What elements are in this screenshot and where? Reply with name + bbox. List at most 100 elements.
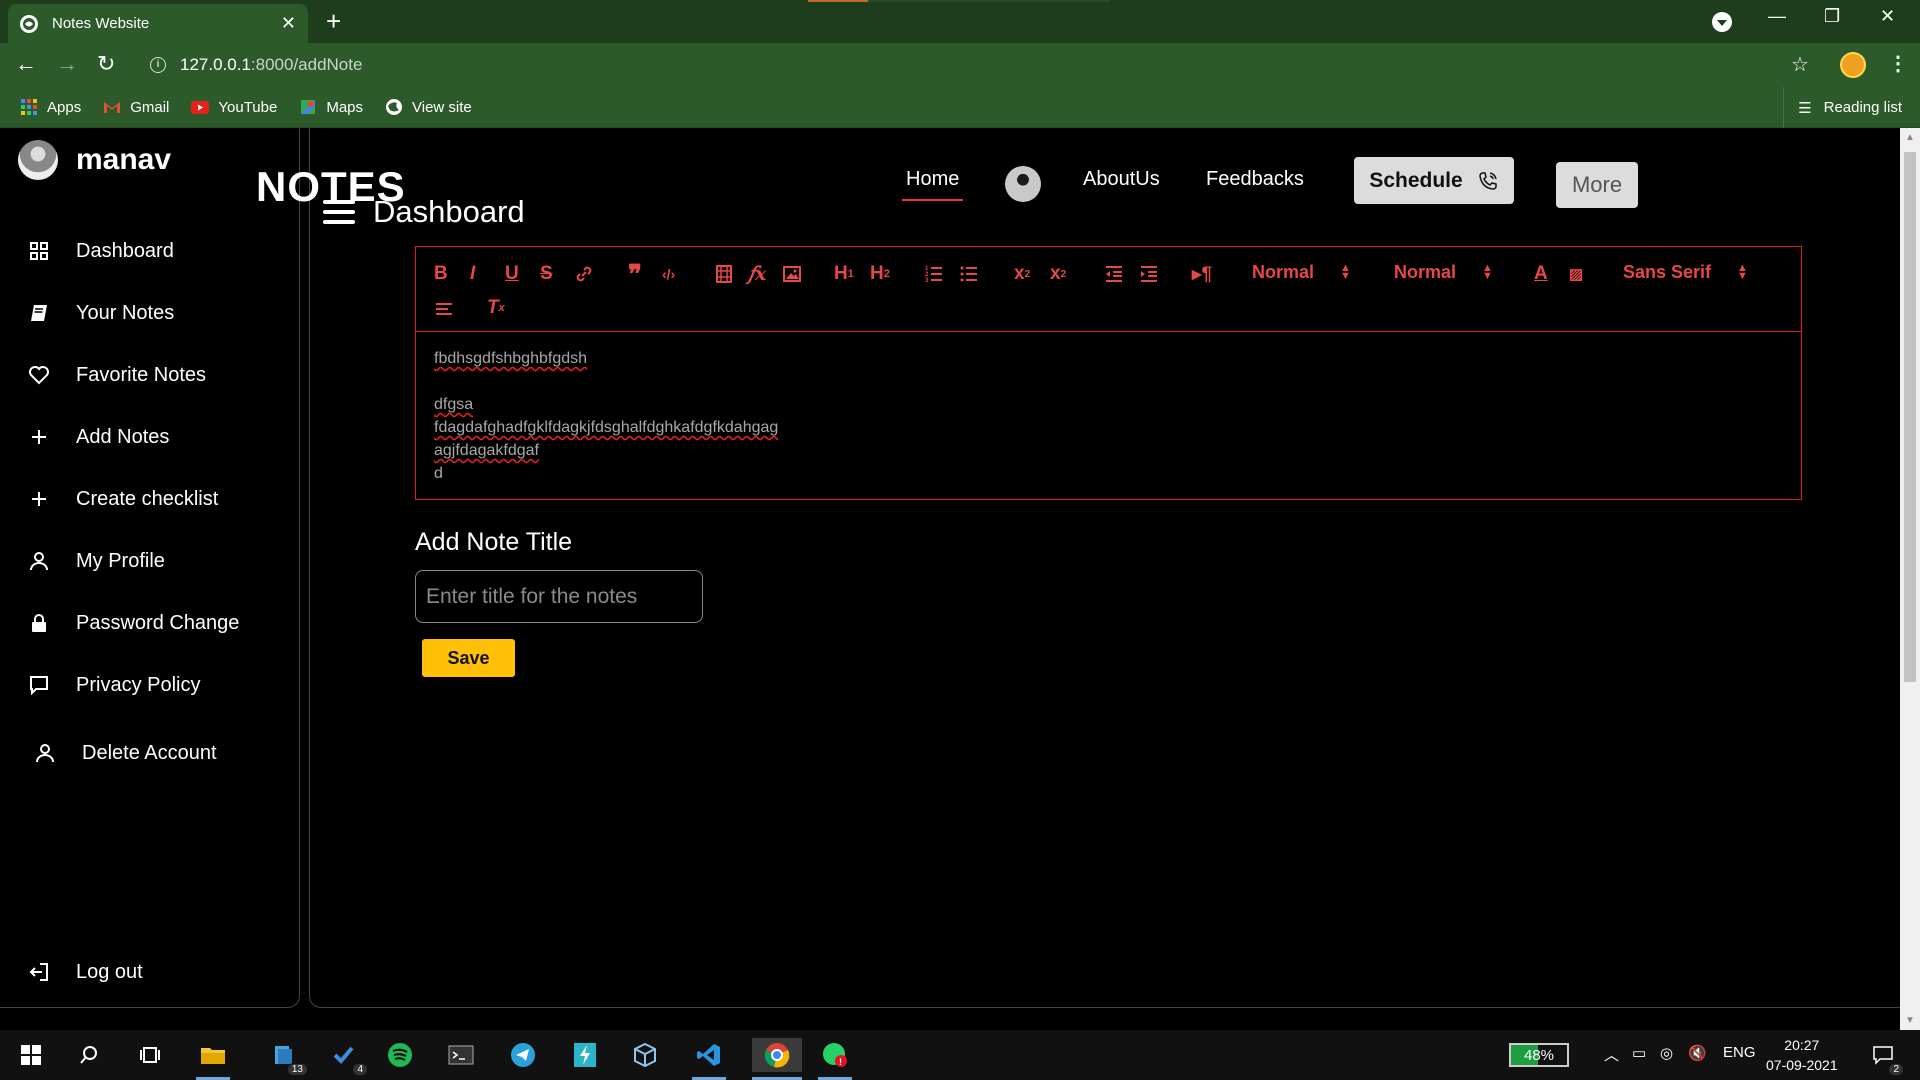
sidebar-item-create-checklist[interactable]: Create checklist [26, 486, 218, 512]
site-favicon-icon [20, 14, 38, 33]
outdent-icon[interactable] [1104, 263, 1124, 285]
nav-aboutus[interactable]: AboutUs [1083, 168, 1160, 191]
blockquote-icon[interactable]: ❞ [628, 259, 642, 289]
system-clock[interactable]: 20:27 07-09-2021 [1766, 1035, 1838, 1075]
image-icon[interactable] [782, 263, 802, 285]
search-icon[interactable] [72, 1038, 106, 1072]
bookmark-star-icon[interactable]: ☆ [1791, 52, 1809, 77]
bookmark-view-site[interactable]: View site [385, 98, 472, 116]
save-button[interactable]: Save [422, 639, 515, 677]
logout-button[interactable]: Log out [26, 959, 143, 985]
browser-tab[interactable]: Notes Website ✕ [8, 4, 308, 43]
spotify-icon[interactable] [383, 1038, 417, 1072]
telegram-icon[interactable] [506, 1038, 540, 1072]
size-select[interactable]: Normal ▲ ▼ [1394, 261, 1493, 283]
scroll-down-icon[interactable]: ▼ [1905, 1015, 1915, 1026]
url-input[interactable]: i 127.0.0.1:8000/addNote [138, 48, 1798, 81]
vscode-icon[interactable] [692, 1038, 726, 1080]
sidebar-item-password-change[interactable]: Password Change [26, 610, 239, 636]
notification-badge: 2 [1888, 1063, 1904, 1076]
more-button[interactable]: More [1556, 162, 1638, 208]
bookmark-maps[interactable]: Maps [299, 98, 363, 116]
header-1-icon[interactable]: H1 [834, 263, 854, 285]
back-button[interactable]: ← [15, 51, 37, 77]
sidebar-item-my-profile[interactable]: My Profile [26, 548, 165, 574]
indent-icon[interactable] [1139, 263, 1159, 285]
tab-close-icon[interactable]: ✕ [281, 13, 296, 34]
nav-avatar[interactable] [1005, 166, 1041, 202]
align-icon[interactable] [434, 297, 454, 319]
bold-icon[interactable]: B [434, 263, 448, 285]
notification-center-icon[interactable]: 2 [1866, 1038, 1904, 1076]
chrome-icon[interactable] [752, 1038, 802, 1080]
clock-date: 07-09-2021 [1766, 1057, 1838, 1073]
chevron-up-icon[interactable]: ︿ [1604, 1044, 1619, 1065]
volume-muted-icon[interactable]: 🔇 [1688, 1044, 1707, 1062]
restore-button[interactable]: ❐ [1824, 6, 1840, 27]
bullet-list-icon[interactable] [959, 263, 979, 285]
apps-grid-icon [20, 98, 38, 116]
header-2-icon[interactable]: H2 [870, 263, 890, 285]
bookmark-apps[interactable]: Apps [20, 98, 81, 116]
sidebar-item-label: Password Change [76, 611, 240, 634]
site-info-icon[interactable]: i [150, 56, 166, 73]
video-icon[interactable] [714, 263, 734, 285]
formula-icon[interactable]: 𝑓x [748, 263, 766, 285]
sidebar-item-favorite-notes[interactable]: Favorite Notes [26, 362, 206, 388]
text-direction-icon[interactable]: ▸¶ [1192, 263, 1212, 285]
language-indicator[interactable]: ENG [1723, 1044, 1756, 1061]
tab-search-icon[interactable] [1712, 12, 1732, 32]
italic-icon[interactable]: I [470, 263, 475, 285]
nav-feedbacks[interactable]: Feedbacks [1206, 168, 1304, 191]
background-color-icon[interactable]: ▨ [1569, 263, 1583, 285]
task-view-icon[interactable] [133, 1038, 167, 1072]
underline-icon[interactable]: U [505, 263, 519, 285]
editor-content[interactable]: fbdhsgdfshbghbfgdsh dfgsa fdagdafghadfgk… [434, 347, 778, 485]
reload-button[interactable]: ↻ [97, 51, 115, 77]
header-select-value: Normal [1252, 261, 1315, 282]
scroll-up-icon[interactable]: ▲ [1905, 132, 1915, 143]
powershell-icon[interactable] [568, 1038, 602, 1072]
ordered-list-icon[interactable]: 123 [924, 263, 944, 285]
header-select[interactable]: Normal ▲ ▼ [1252, 261, 1351, 283]
clear-format-icon[interactable]: Tx [487, 297, 505, 319]
file-explorer-icon[interactable] [196, 1038, 230, 1080]
sidebar-item-your-notes[interactable]: Your Notes [26, 300, 174, 326]
nav-home[interactable]: Home [901, 168, 964, 201]
terminal-icon[interactable] [444, 1038, 478, 1072]
whatsapp-icon[interactable]: ! [818, 1038, 852, 1080]
minimize-button[interactable]: — [1768, 6, 1786, 27]
virtualbox-icon[interactable] [628, 1038, 662, 1072]
forward-button[interactable]: → [56, 51, 78, 77]
sidebar-item-dashboard[interactable]: Dashboard [26, 238, 174, 264]
bookmark-youtube[interactable]: YouTube [191, 98, 277, 116]
subscript-icon[interactable]: x2 [1014, 263, 1030, 285]
reading-list-button[interactable]: ☰ Reading list [1783, 87, 1902, 128]
font-select[interactable]: Sans Serif ▲ ▼ [1623, 261, 1748, 283]
windows-start-icon[interactable] [14, 1038, 48, 1072]
text-color-icon[interactable]: A [1534, 263, 1548, 285]
bookmark-gmail[interactable]: Gmail [103, 98, 169, 116]
files-app-icon[interactable]: 13 [266, 1038, 308, 1076]
sidebar-item-add-notes[interactable]: Add Notes [26, 424, 169, 450]
battery-indicator[interactable]: 48% [1509, 1043, 1569, 1067]
link-icon[interactable] [574, 263, 594, 285]
sidebar-item-delete-account[interactable]: Delete Account [32, 740, 217, 766]
sidebar-user[interactable]: manav [18, 140, 171, 180]
profile-avatar[interactable] [1840, 52, 1866, 78]
page-scrollbar[interactable]: ▲ ▼ [1900, 128, 1920, 1030]
hamburger-menu-icon[interactable] [323, 200, 355, 230]
schedule-button[interactable]: Schedule [1354, 157, 1514, 204]
strike-icon[interactable]: S [540, 263, 553, 285]
new-tab-button[interactable]: + [326, 8, 341, 34]
todo-app-icon[interactable]: 4 [326, 1038, 368, 1076]
superscript-icon[interactable]: x2 [1050, 263, 1066, 285]
battery-icon[interactable]: ▭ [1632, 1044, 1646, 1062]
network-globe-icon[interactable]: ◎ [1660, 1044, 1673, 1062]
close-window-button[interactable]: ✕ [1880, 6, 1895, 27]
scrollbar-thumb[interactable] [1904, 152, 1916, 682]
code-block-icon[interactable]: ‹/› [662, 263, 675, 285]
note-title-input[interactable] [415, 570, 703, 623]
sidebar-item-privacy-policy[interactable]: Privacy Policy [26, 672, 200, 698]
browser-menu-icon[interactable]: ⋮ [1888, 51, 1908, 76]
